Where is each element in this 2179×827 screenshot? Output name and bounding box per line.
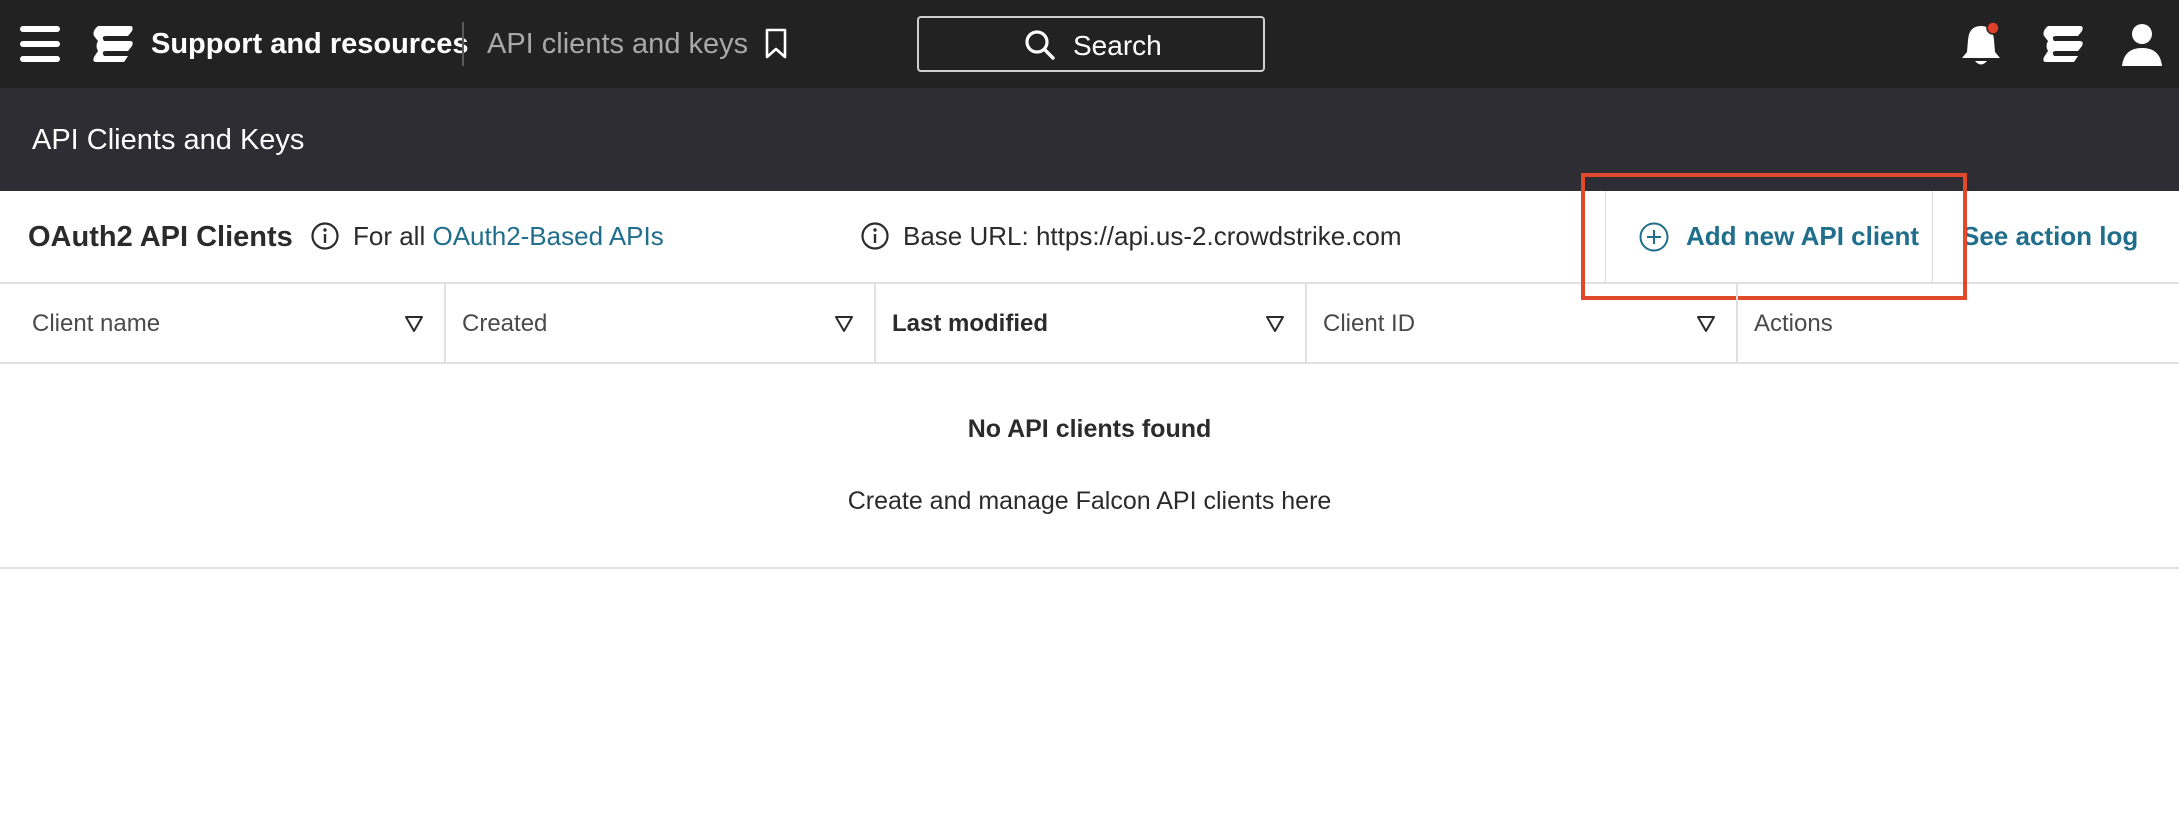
base-url-text: Base URL: https://api.us-2.crowdstrike.c… <box>903 221 1402 251</box>
info-icon[interactable] <box>860 221 890 251</box>
for-all-apis-note: For all OAuth2-Based APIs <box>353 221 664 252</box>
user-icon[interactable] <box>2120 20 2164 68</box>
add-button-label: Add new API client <box>1686 221 1920 251</box>
column-label: Client ID <box>1323 310 1416 337</box>
column-label: Last modified <box>892 310 1049 337</box>
for-all-prefix: For all <box>353 221 426 251</box>
falcon-logo-icon[interactable] <box>90 22 136 66</box>
table-bottom-divider <box>0 567 2179 569</box>
page-header: API Clients and Keys <box>0 88 2179 191</box>
nav-divider <box>462 22 464 66</box>
filter-triangle-icon[interactable] <box>834 315 854 333</box>
info-icon[interactable] <box>310 221 340 251</box>
see-action-log-link[interactable]: See action log <box>1962 221 2138 252</box>
page-title: API Clients and Keys <box>32 124 305 156</box>
hamburger-menu-icon[interactable] <box>20 26 60 62</box>
empty-state-subtitle: Create and manage Falcon API clients her… <box>847 487 1332 515</box>
section-title: OAuth2 API Clients <box>28 221 293 253</box>
bell-icon[interactable] <box>1958 20 2004 68</box>
column-header-client-name[interactable]: Client name <box>0 284 446 364</box>
column-header-client-id[interactable]: Client ID <box>1307 284 1738 364</box>
falcon-logo-icon[interactable] <box>2040 22 2086 66</box>
clients-toolbar: OAuth2 API Clients For all OAuth2-Based … <box>0 191 2179 284</box>
breadcrumb-current-page: API clients and keys <box>487 28 749 60</box>
top-nav-bar: Support and resources API clients and ke… <box>0 0 2179 88</box>
table-header: Client name Created Last modified Client… <box>0 284 2179 364</box>
add-new-api-client-button[interactable]: Add new API client <box>1605 191 1933 284</box>
column-label: Actions <box>1754 310 1833 337</box>
column-header-last-modified[interactable]: Last modified <box>876 284 1307 364</box>
search-label: Search <box>1073 30 1162 61</box>
search-icon <box>1025 30 1055 60</box>
filter-triangle-icon[interactable] <box>1696 315 1716 333</box>
plus-circle-icon <box>1639 222 1669 252</box>
column-header-created[interactable]: Created <box>446 284 876 364</box>
filter-triangle-icon[interactable] <box>1265 315 1285 333</box>
column-header-actions: Actions <box>1738 284 2179 364</box>
filter-triangle-icon[interactable] <box>404 315 424 333</box>
empty-state-title: No API clients found <box>967 415 1212 443</box>
app-title[interactable]: Support and resources <box>151 28 468 61</box>
bookmark-icon[interactable] <box>763 28 789 60</box>
column-label: Created <box>462 310 548 337</box>
oauth2-apis-link[interactable]: OAuth2-Based APIs <box>432 221 663 251</box>
column-label: Client name <box>32 310 161 337</box>
search-input[interactable]: Search <box>917 16 1265 72</box>
